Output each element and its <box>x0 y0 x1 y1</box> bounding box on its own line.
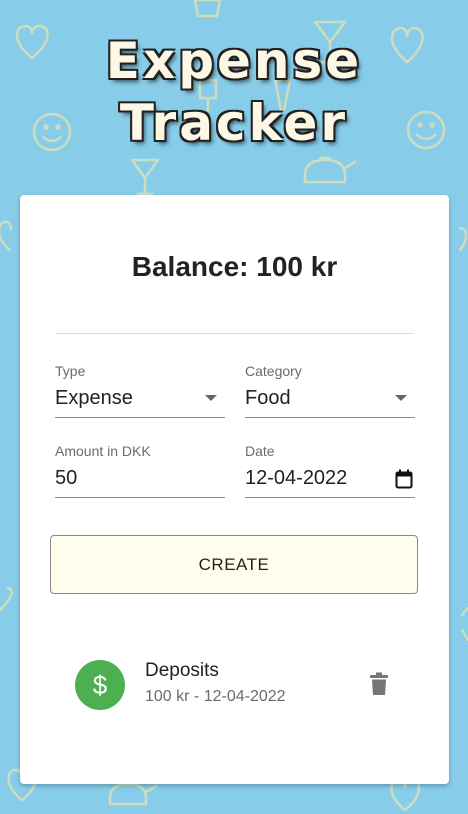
category-value: Food <box>245 387 291 409</box>
category-value-field[interactable]: Food <box>245 385 415 418</box>
dollar-icon: $ <box>75 660 125 710</box>
teapot-icon <box>303 156 357 184</box>
app-title: Expense Tracker <box>0 30 468 154</box>
date-label: Date <box>245 443 275 459</box>
cup-icon <box>193 0 222 18</box>
date-field[interactable]: Date 12-04-2022 <box>245 442 415 498</box>
teapot-icon <box>108 782 158 806</box>
amount-label: Amount in DKK <box>55 443 151 459</box>
amount-input[interactable]: 50 <box>55 465 225 498</box>
transaction-list-item: $ Deposits 100 kr - 12-04-2022 <box>75 658 415 714</box>
cocktail-icon <box>130 158 160 196</box>
amount-field[interactable]: Amount in DKK 50 <box>55 442 225 498</box>
transaction-details: 100 kr - 12-04-2022 <box>145 688 286 705</box>
date-input[interactable]: 12-04-2022 <box>245 465 415 498</box>
doodle-shape <box>460 606 468 642</box>
heart-icon <box>0 220 13 252</box>
type-value: Expense <box>55 387 133 409</box>
calendar-icon[interactable] <box>395 469 413 489</box>
delete-icon[interactable] <box>369 672 389 696</box>
type-select[interactable]: Type Expense <box>55 362 225 418</box>
type-label: Type <box>55 363 86 379</box>
expense-card: Balance: 100 kr Type Expense Category Fo… <box>20 195 449 784</box>
amount-value: 50 <box>55 467 78 489</box>
doodle-shape <box>0 586 13 612</box>
title-line-1: Expense <box>105 32 363 90</box>
type-value-field[interactable]: Expense <box>55 385 225 418</box>
balance-text: Balance: 100 kr <box>131 251 338 282</box>
heart-icon <box>458 226 468 252</box>
title-line-2: Tracker <box>119 94 349 152</box>
divider <box>55 333 414 334</box>
transaction-name: Deposits <box>145 660 219 681</box>
category-label: Category <box>245 363 302 379</box>
heart-icon <box>390 778 421 812</box>
create-button[interactable]: CREATE <box>50 535 418 594</box>
category-select[interactable]: Category Food <box>245 362 415 418</box>
dropdown-arrow-icon[interactable] <box>395 395 407 401</box>
dropdown-arrow-icon[interactable] <box>205 395 217 401</box>
date-value: 12-04-2022 <box>245 467 348 489</box>
